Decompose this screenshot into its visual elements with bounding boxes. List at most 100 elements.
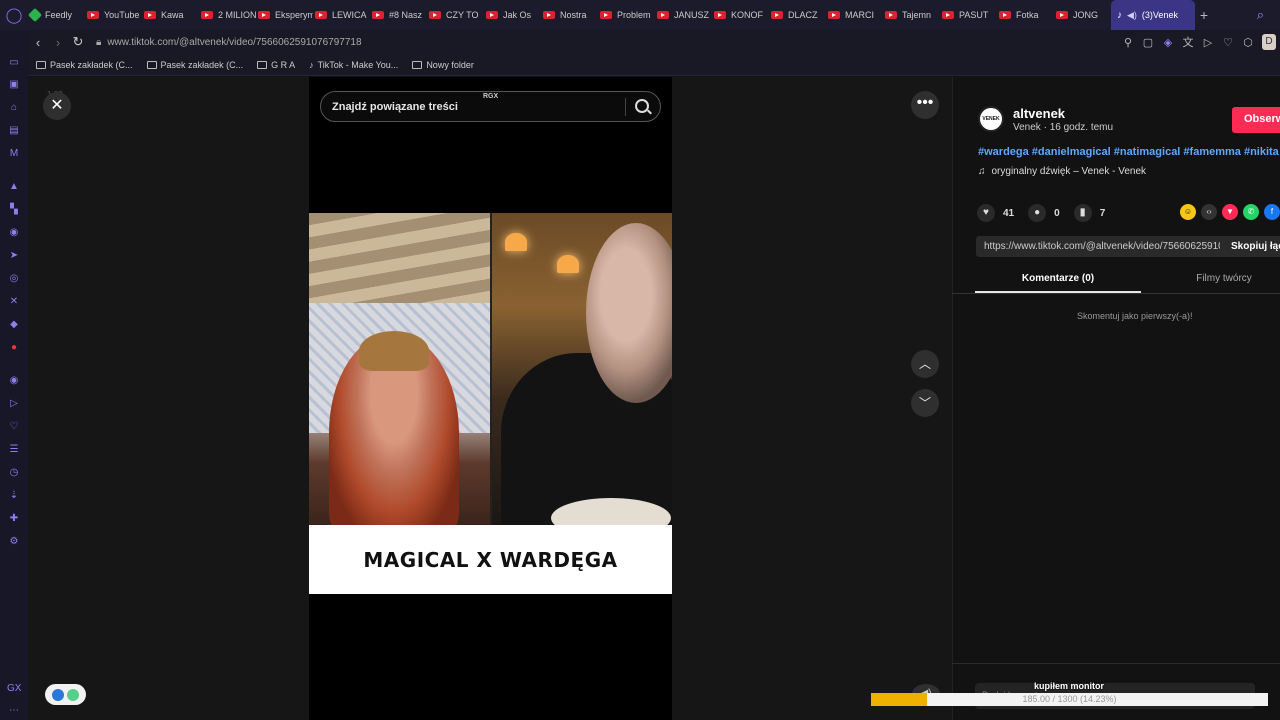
sidebar-red-icon[interactable]: ● xyxy=(7,341,21,355)
sidebar-m-icon[interactable]: M xyxy=(7,147,21,161)
tab-item[interactable]: Problem xyxy=(598,0,655,30)
embed-icon[interactable]: ‹› xyxy=(1201,204,1217,220)
tab-item[interactable]: Fotka xyxy=(997,0,1054,30)
tab-item[interactable]: MARCI xyxy=(826,0,883,30)
spotify-icon[interactable]: ◉ xyxy=(7,374,21,388)
bookmark-item[interactable]: ♪ TikTok - Make You... xyxy=(309,60,398,70)
screen: ◯ Feedly YouTube Kawa 2 MILION Eksperyment LE… xyxy=(0,0,1280,720)
youtube-icon xyxy=(87,11,99,19)
bookmark-icon[interactable]: ▮ xyxy=(1073,204,1092,222)
next-video-button[interactable]: ﹀ xyxy=(911,389,939,417)
sidebar-bag-icon[interactable]: ⌂ xyxy=(7,101,21,115)
browser-logo-icon[interactable]: ◯ xyxy=(0,0,28,30)
translate-icon[interactable]: 文 xyxy=(1182,34,1194,50)
bookmark-item[interactable]: G R A xyxy=(257,60,295,70)
creator-avatar[interactable]: VENEK xyxy=(978,106,1004,132)
heart-icon[interactable]: ♡ xyxy=(7,420,21,434)
settings-icon[interactable]: ⚙ xyxy=(7,535,21,549)
lock-icon[interactable]: 🔒︎ xyxy=(96,37,101,48)
bookmark-item[interactable]: Nowy folder xyxy=(412,60,474,70)
tab-creator-videos[interactable]: Filmy twórcy xyxy=(1141,270,1280,293)
bookmarks-bar: Pasek zakładek (C... Pasek zakładek (C...… xyxy=(28,54,1280,76)
more-icon[interactable]: ⋯ xyxy=(7,704,21,718)
copy-link-button[interactable]: Skopiuj łącze xyxy=(1231,241,1280,252)
lamp xyxy=(557,255,579,273)
messenger-icon[interactable]: ◉ xyxy=(7,226,21,240)
discord-icon[interactable]: ◆ xyxy=(7,318,21,332)
sidebar-cards-icon[interactable]: ▤ xyxy=(7,124,21,138)
favorite-icon[interactable]: ♡ xyxy=(1222,36,1234,49)
tab-item[interactable]: Tajemn xyxy=(883,0,940,30)
empty-comments-text: Skomentuj jako pierwszy(-a)! xyxy=(1077,311,1193,321)
tab-item[interactable]: Jak Os xyxy=(484,0,541,30)
profile-avatar[interactable]: D xyxy=(1262,34,1276,50)
facebook-icon[interactable]: f xyxy=(1264,204,1280,220)
tab-item[interactable]: Nostra xyxy=(541,0,598,30)
bookmark-item[interactable]: Pasek zakładek (C... xyxy=(146,60,243,70)
player-icon[interactable]: ▷ xyxy=(7,397,21,411)
search-icon[interactable] xyxy=(635,99,649,113)
sidebar-box-icon[interactable]: ▣ xyxy=(7,78,21,92)
sidebar-panel-icon[interactable]: ▭ xyxy=(7,56,21,70)
tab-item[interactable]: KONOF xyxy=(712,0,769,30)
tab-item[interactable]: JONG xyxy=(1054,0,1111,30)
download-icon[interactable]: ⇣ xyxy=(7,489,21,503)
extensions-icon[interactable]: ✚ xyxy=(7,512,21,526)
more-options-button[interactable]: ••• xyxy=(911,91,939,119)
instagram-icon[interactable]: ◎ xyxy=(7,272,21,286)
tab-label: Jak Os xyxy=(503,10,532,20)
tab-search-icon[interactable]: ⌕ xyxy=(1257,7,1264,23)
hashtags[interactable]: #wardega #danielmagical #natimagical #fa… xyxy=(978,146,1279,158)
youtube-icon xyxy=(486,11,498,19)
play-icon[interactable]: ▷ xyxy=(1202,36,1214,49)
tab-item[interactable]: Eksperyment xyxy=(256,0,313,30)
tab-item[interactable]: Feedly xyxy=(28,0,85,30)
x-icon[interactable]: ✕ xyxy=(7,295,21,309)
previous-video-button[interactable]: ︿ xyxy=(911,350,939,378)
bookmark-item[interactable]: Pasek zakładek (C... xyxy=(36,60,133,70)
sidebar-aria-icon[interactable]: ▲ xyxy=(7,180,21,194)
tab-label: Eksperyment xyxy=(275,10,313,20)
youtube-icon xyxy=(600,11,612,19)
tab-item[interactable]: PASUT xyxy=(940,0,997,30)
url-field[interactable]: www.tiktok.com/@altvenek/video/756606259… xyxy=(107,37,361,48)
twitch-icon[interactable]: ▚ xyxy=(7,203,21,217)
close-button[interactable]: ✕ xyxy=(43,92,71,120)
tab-label: Kawa xyxy=(161,10,184,20)
like-icon[interactable]: ♥ xyxy=(977,204,995,222)
whatsapp-icon[interactable]: ✆ xyxy=(1243,204,1259,220)
telegram-icon[interactable]: ➤ xyxy=(7,249,21,263)
tab-item[interactable]: #8 Nasz xyxy=(370,0,427,30)
tab-item[interactable]: CZY TO xyxy=(427,0,484,30)
gx-icon[interactable]: GX xyxy=(7,682,21,696)
new-tab-button[interactable]: + xyxy=(1195,7,1213,23)
tab-item[interactable]: 2 MILION xyxy=(199,0,256,30)
pin-icon[interactable]: ⚲ xyxy=(1122,36,1134,49)
floating-widget[interactable] xyxy=(45,684,86,705)
tab-item[interactable]: JANUSZ xyxy=(655,0,712,30)
reload-icon[interactable]: ↻ xyxy=(68,34,88,50)
back-icon[interactable]: ‹ xyxy=(28,35,48,50)
tab-item[interactable]: YouTube xyxy=(85,0,142,30)
bookmark-label: G R A xyxy=(271,59,296,70)
share-send-icon[interactable]: ▼ xyxy=(1222,204,1238,220)
shield-icon[interactable]: ◈ xyxy=(1162,36,1174,49)
tab-item[interactable]: LEWICA xyxy=(313,0,370,30)
forward-icon[interactable]: › xyxy=(48,35,68,50)
creator-username[interactable]: altvenek xyxy=(1013,106,1065,121)
overlay-goal-title: kupiłem monitor xyxy=(1034,681,1105,691)
history-icon[interactable]: ◷ xyxy=(7,466,21,480)
tab-comments[interactable]: Komentarze (0) xyxy=(975,270,1141,293)
share-friends-icon[interactable]: ☺ xyxy=(1180,204,1196,220)
tab-active[interactable]: ♪ ◀) (3)Venek xyxy=(1111,0,1195,30)
follow-button[interactable]: Obserwuj xyxy=(1232,107,1280,133)
snapshot-icon[interactable]: ▢ xyxy=(1142,36,1154,49)
video-link[interactable]: https://www.tiktok.com/@altvenek/video/7… xyxy=(984,241,1220,252)
comment-icon[interactable]: ● xyxy=(1028,204,1047,222)
sidebar-list-icon[interactable]: ☰ xyxy=(7,443,21,457)
puzzle-icon[interactable]: ⬡ xyxy=(1242,36,1254,49)
sound-row[interactable]: ♫ oryginalny dźwięk – Venek - Venek xyxy=(978,166,1146,177)
tab-item[interactable]: Kawa xyxy=(142,0,199,30)
music-note-icon: ♫ xyxy=(978,166,986,177)
tab-item[interactable]: DLACZ xyxy=(769,0,826,30)
